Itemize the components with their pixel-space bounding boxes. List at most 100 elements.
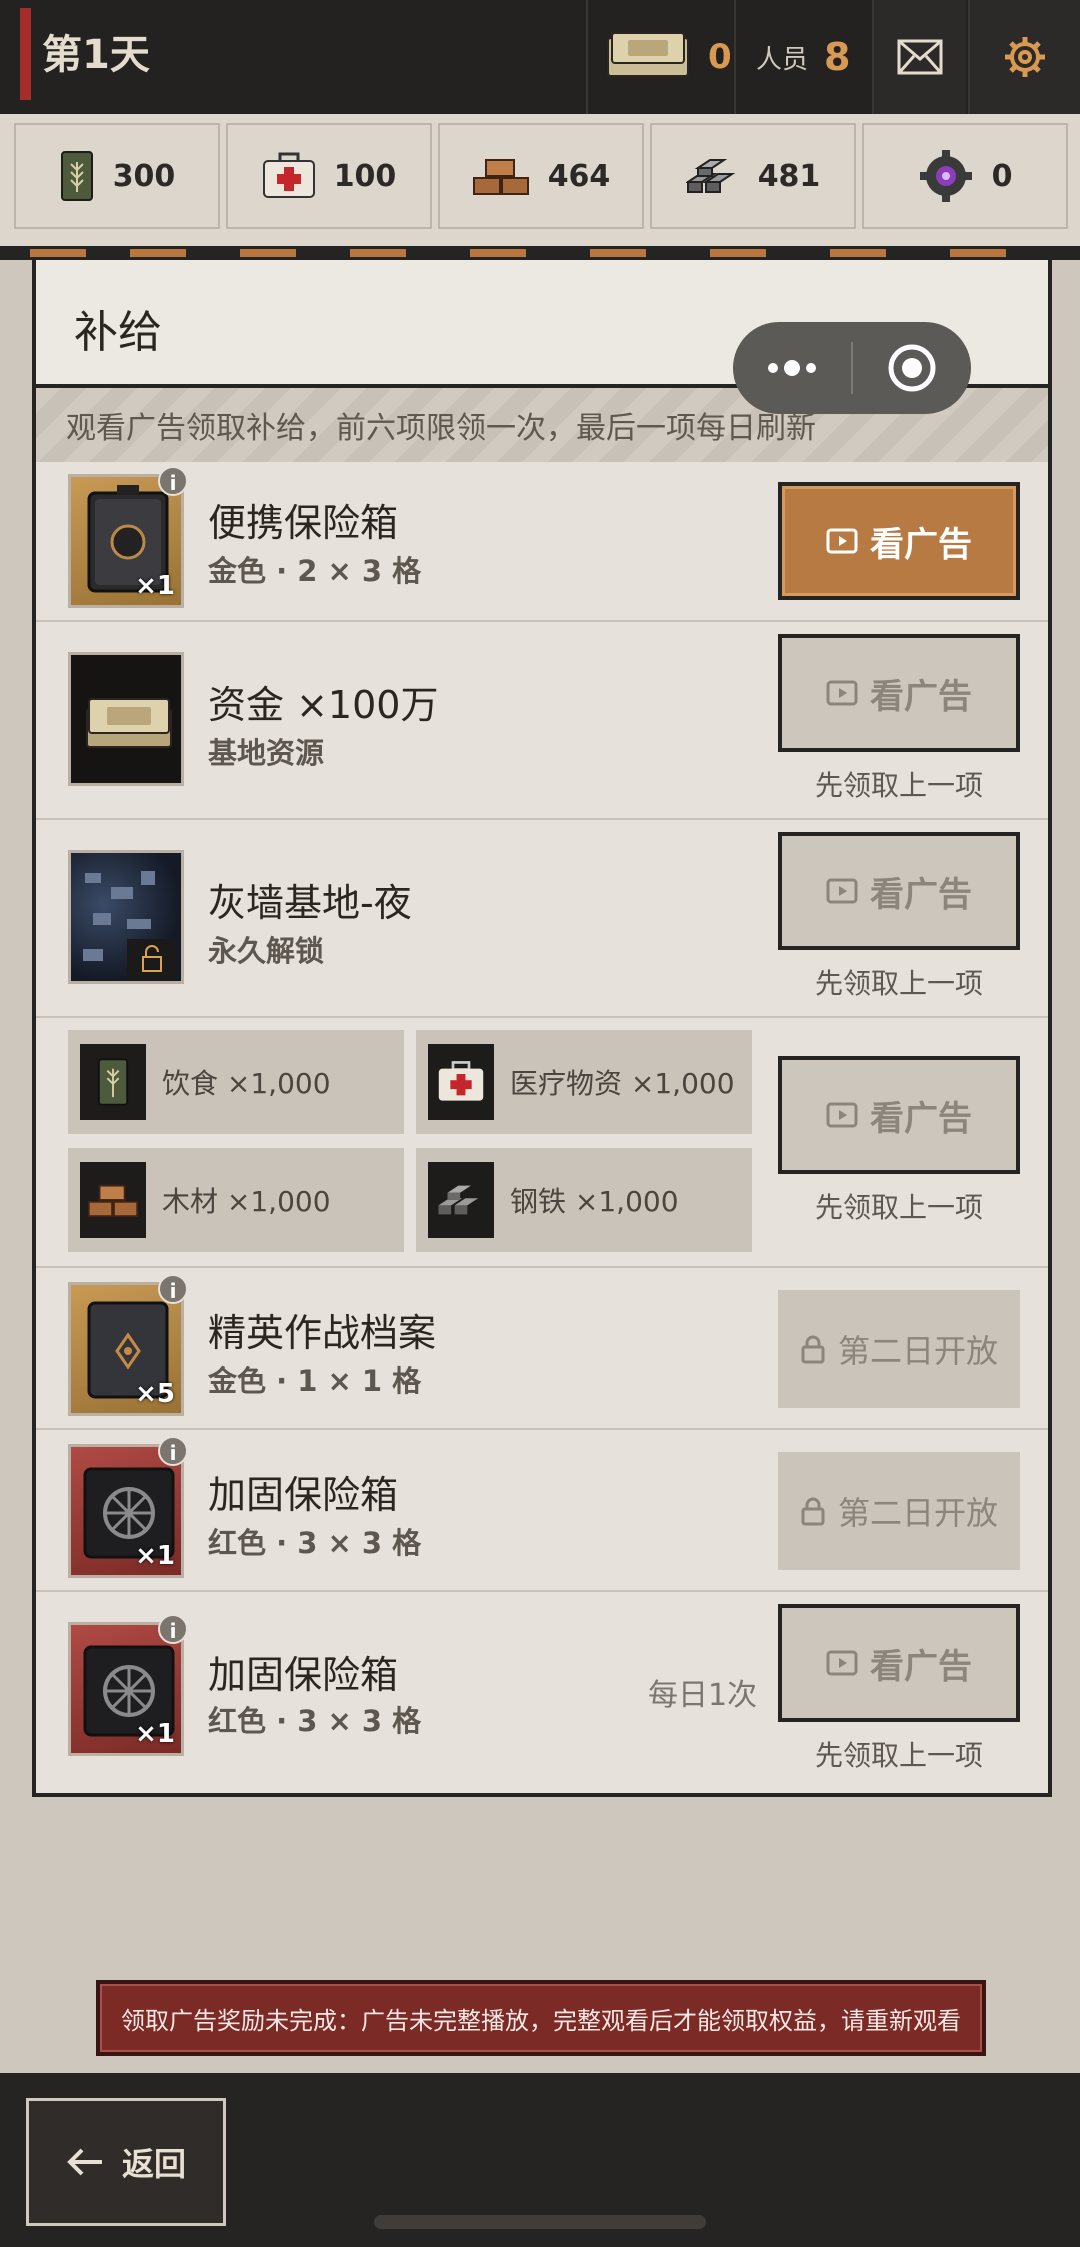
money-value: 0	[708, 37, 732, 77]
back-label: 返回	[121, 2145, 186, 2183]
more-dots-icon	[768, 360, 816, 376]
arrow-left-icon	[67, 2148, 102, 2176]
day-counter: 第1天	[42, 32, 150, 78]
item-name: 灰墙基地-夜	[208, 881, 412, 925]
wood-value: 464	[547, 158, 611, 194]
steel-value: 481	[757, 158, 821, 194]
locked-button[interactable]: 第二日开放	[778, 1290, 1020, 1408]
claim-previous-note: 先领取上一项	[814, 1739, 983, 1772]
item-name: 加固保险箱	[208, 1473, 399, 1517]
staff-counter: 人员 8	[734, 0, 872, 114]
button-label: 第二日开放	[837, 1494, 998, 1532]
resource-bar: 300 100 464 481 0	[0, 114, 1080, 246]
supply-row: ×1 i 加固保险箱 红色 · 3 × 3 格 第二日开放	[36, 1430, 1048, 1592]
gear-gem-icon	[919, 150, 972, 202]
lock-icon	[801, 1335, 825, 1364]
video-play-icon	[826, 878, 858, 904]
button-label: 第二日开放	[837, 1332, 998, 1370]
cash-thumbnail	[68, 652, 184, 786]
resource-medical: 100	[226, 123, 432, 229]
button-label: 看广告	[870, 524, 972, 565]
item-subtitle: 金色 · 1 × 1 格	[208, 1364, 422, 1398]
info-icon[interactable]: i	[158, 1436, 188, 1466]
panel-title: 补给	[74, 307, 162, 358]
button-label: 看广告	[870, 1646, 972, 1687]
resource-wood: 464	[438, 123, 644, 229]
bundle-label: 钢铁 ×1,000	[510, 1185, 679, 1218]
wood-planks-icon	[472, 159, 529, 195]
bottom-bar: 返回	[0, 2073, 1080, 2247]
video-play-icon	[826, 680, 858, 706]
video-play-icon	[826, 1102, 858, 1128]
item-subtitle: 红色 · 3 × 3 格	[208, 1526, 422, 1560]
item-subtitle: 金色 · 2 × 3 格	[208, 554, 422, 588]
home-indicator[interactable]	[374, 2215, 706, 2229]
bundle-label: 木材 ×1,000	[162, 1185, 331, 1218]
more-button[interactable]	[733, 322, 851, 414]
panel-header: 补给	[36, 260, 1048, 414]
wheat-can-icon	[97, 1058, 129, 1106]
video-play-icon	[826, 1650, 858, 1676]
bundle-tile-food: 饮食 ×1,000	[68, 1030, 404, 1134]
base-night-thumbnail	[68, 850, 184, 984]
item-name: 资金 ×100万	[208, 683, 439, 727]
bundle-tile-medical: 医疗物资 ×1,000	[416, 1030, 752, 1134]
watch-ad-button[interactable]: 看广告	[778, 634, 1020, 752]
supply-row: ×1 i 便携保险箱 金色 · 2 × 3 格 看广告	[36, 462, 1048, 622]
claim-previous-note: 先领取上一项	[814, 769, 983, 802]
supply-row-bundle: 饮食 ×1,000 医疗物资 ×1,000 木材 ×1,000 钢铁 ×1,00…	[36, 1018, 1048, 1268]
locked-button[interactable]: 第二日开放	[778, 1452, 1020, 1570]
supply-panel: 补给 观看广告领取补给，前六项限领一次，最后一项每日刷新 ×1 i 便携保险箱 …	[32, 260, 1052, 1797]
item-subtitle: 红色 · 3 × 3 格	[208, 1704, 422, 1738]
info-icon[interactable]: i	[158, 466, 188, 496]
watch-ad-button[interactable]: 看广告	[778, 832, 1020, 950]
steel-ingots-icon	[685, 159, 735, 193]
mail-button[interactable]	[872, 0, 966, 114]
cash-stack-icon	[86, 698, 172, 748]
claim-previous-note: 先领取上一项	[814, 967, 983, 1000]
steel-ingots-icon	[438, 1185, 479, 1215]
info-icon[interactable]: i	[158, 1274, 188, 1304]
watch-ad-button[interactable]: 看广告	[778, 1604, 1020, 1722]
back-button[interactable]: 返回	[26, 2098, 226, 2226]
medical-value: 100	[333, 158, 397, 194]
money-counter: 0	[586, 0, 732, 114]
item-quantity: ×1	[135, 571, 175, 601]
parts-value: 0	[991, 158, 1013, 194]
watch-ad-button[interactable]: 看广告	[778, 1056, 1020, 1174]
bundle-label: 饮食 ×1,000	[162, 1067, 331, 1100]
staff-label: 人员	[756, 44, 809, 75]
resource-food: 300	[14, 123, 220, 229]
bundle-label: 医疗物资 ×1,000	[510, 1067, 735, 1100]
claim-previous-note: 先领取上一项	[814, 1191, 983, 1224]
medkit-icon	[262, 152, 315, 198]
decorative-stripe	[0, 246, 1080, 260]
item-quantity: ×1	[135, 1541, 175, 1571]
miniprogram-capsule	[733, 322, 971, 414]
bundle-tile-steel: 钢铁 ×1,000	[416, 1148, 752, 1252]
staff-value: 8	[824, 35, 851, 79]
item-name: 便携保险箱	[208, 501, 399, 545]
mail-icon	[897, 39, 943, 75]
error-toast: 领取广告奖励未完成：广告未完整播放，完整观看后才能领取权益，请重新观看	[96, 1980, 986, 2056]
item-subtitle: 基地资源	[208, 736, 325, 770]
target-close-icon	[888, 344, 936, 392]
medkit-icon	[438, 1061, 484, 1101]
item-quantity: ×1	[135, 1719, 175, 1749]
button-label: 看广告	[870, 874, 972, 915]
supply-row: 灰墙基地-夜 永久解锁 看广告 先领取上一项	[36, 820, 1048, 1018]
resource-steel: 481	[650, 123, 856, 229]
wheat-can-icon	[60, 151, 93, 201]
lock-icon	[801, 1497, 825, 1526]
watch-ad-button[interactable]: 看广告	[778, 482, 1020, 600]
wood-planks-icon	[87, 1184, 139, 1218]
item-name: 加固保险箱	[208, 1653, 399, 1697]
settings-button[interactable]	[968, 0, 1080, 114]
supply-row-daily: ×1 i 加固保险箱 红色 · 3 × 3 格 每日1次 看广告 先领取上一项	[36, 1592, 1048, 1782]
info-icon[interactable]: i	[158, 1614, 188, 1644]
gear-icon	[1005, 37, 1045, 77]
supply-row: ×5 i 精英作战档案 金色 · 1 × 1 格 第二日开放	[36, 1268, 1048, 1430]
day-accent-stripe	[20, 8, 31, 100]
close-miniprogram-button[interactable]	[853, 322, 971, 414]
food-value: 300	[112, 158, 176, 194]
